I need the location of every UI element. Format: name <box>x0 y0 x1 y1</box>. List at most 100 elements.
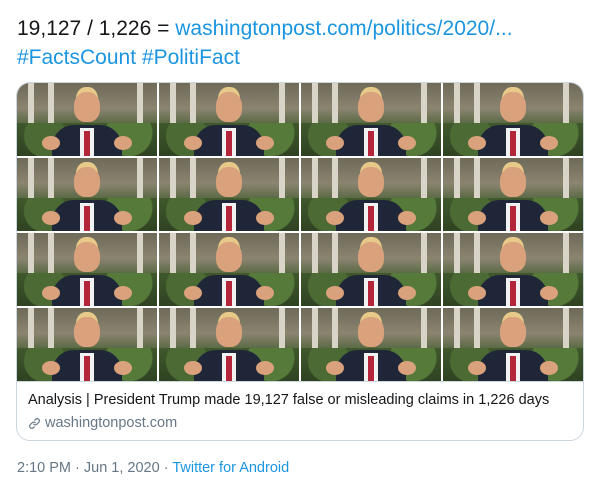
tile-hand <box>539 211 558 226</box>
tile-col <box>421 83 427 127</box>
tile-tie <box>510 356 516 381</box>
image-tile <box>17 308 157 381</box>
tile-tie <box>226 281 232 306</box>
tile-hand <box>397 136 416 151</box>
tile-hand <box>113 361 132 376</box>
image-tile <box>443 158 583 231</box>
tile-hand <box>397 361 416 376</box>
hashtag-factscount[interactable]: #FactsCount <box>17 46 136 69</box>
tile-col <box>473 308 480 352</box>
tile-col <box>137 83 143 127</box>
link-card[interactable]: Analysis | President Trump made 19,127 f… <box>16 82 584 441</box>
tile-tie <box>84 281 90 306</box>
image-tile <box>159 233 299 306</box>
tile-head <box>216 316 242 347</box>
tile-col <box>137 308 143 352</box>
tile-col <box>279 83 285 127</box>
tile-col <box>563 233 569 277</box>
meta-separator: · <box>159 460 173 476</box>
tile-col <box>189 308 196 352</box>
tweet-source[interactable]: Twitter for Android <box>172 460 289 476</box>
tile-tie <box>84 131 90 156</box>
tile-col <box>312 83 319 127</box>
tile-col <box>170 233 177 277</box>
tile-col <box>137 158 143 202</box>
tile-hand <box>113 286 132 301</box>
tile-col <box>563 158 569 202</box>
card-image[interactable] <box>17 83 583 382</box>
tile-hand <box>539 286 558 301</box>
tile-col <box>28 83 35 127</box>
tile-col <box>170 83 177 127</box>
tweet-link[interactable]: washingtonpost.com/politics/2020/... <box>175 17 512 40</box>
tile-col <box>421 158 427 202</box>
tile-col <box>454 158 461 202</box>
tile-col <box>47 233 54 277</box>
tile-col <box>170 308 177 352</box>
tile-col <box>28 158 35 202</box>
tile-tie <box>84 356 90 381</box>
tile-col <box>47 83 54 127</box>
tile-col <box>331 83 338 127</box>
tile-hand <box>113 136 132 151</box>
image-tile <box>17 83 157 156</box>
tile-col <box>331 308 338 352</box>
tile-head <box>216 91 242 122</box>
tile-col <box>279 308 285 352</box>
tweet-time[interactable]: 2:10 PM <box>17 460 71 476</box>
tile-tie <box>368 206 374 231</box>
tile-tie <box>368 131 374 156</box>
tile-col <box>47 308 54 352</box>
image-tile <box>159 158 299 231</box>
tile-head <box>500 91 526 122</box>
hashtag-politifact[interactable]: #PolitiFact <box>142 46 240 69</box>
card-title[interactable]: Analysis | President Trump made 19,127 f… <box>28 391 572 410</box>
tile-col <box>473 158 480 202</box>
tile-col <box>28 233 35 277</box>
tweet-date[interactable]: Jun 1, 2020 <box>84 460 160 476</box>
tile-col <box>454 83 461 127</box>
tile-hand <box>397 286 416 301</box>
tile-head <box>500 316 526 347</box>
tile-hand <box>255 286 274 301</box>
tile-tie <box>510 206 516 231</box>
tile-col <box>331 233 338 277</box>
tile-tie <box>510 281 516 306</box>
tile-col <box>279 233 285 277</box>
tile-head <box>74 241 100 272</box>
tile-hand <box>255 136 274 151</box>
image-tile <box>17 233 157 306</box>
tile-col <box>47 158 54 202</box>
link-icon <box>29 418 40 429</box>
tile-col <box>137 233 143 277</box>
tile-col <box>421 308 427 352</box>
tile-head <box>74 91 100 122</box>
tile-head <box>216 166 242 197</box>
tile-col <box>454 233 461 277</box>
image-tile <box>443 83 583 156</box>
image-tile <box>301 158 441 231</box>
meta-separator: · <box>71 460 84 476</box>
tile-col <box>279 158 285 202</box>
tile-head <box>358 241 384 272</box>
tile-col <box>563 83 569 127</box>
tile-col <box>454 308 461 352</box>
tweet-meta: 2:10 PM · Jun 1, 2020 · Twitter for Andr… <box>17 459 289 478</box>
tile-hand <box>255 361 274 376</box>
card-domain-text: washingtonpost.com <box>45 415 178 431</box>
tile-head <box>74 316 100 347</box>
card-domain[interactable]: washingtonpost.com <box>28 414 572 433</box>
tile-tie <box>510 131 516 156</box>
tweet-text: 19,127 / 1,226 = washingtonpost.com/poli… <box>17 14 592 72</box>
tile-head <box>500 166 526 197</box>
tile-head <box>358 316 384 347</box>
tile-col <box>189 83 196 127</box>
image-tile <box>301 308 441 381</box>
card-body[interactable]: Analysis | President Trump made 19,127 f… <box>17 382 583 433</box>
tile-head <box>358 166 384 197</box>
image-tile <box>159 83 299 156</box>
image-tile <box>443 308 583 381</box>
tile-col <box>28 308 35 352</box>
tile-hand <box>539 136 558 151</box>
tile-tie <box>368 356 374 381</box>
